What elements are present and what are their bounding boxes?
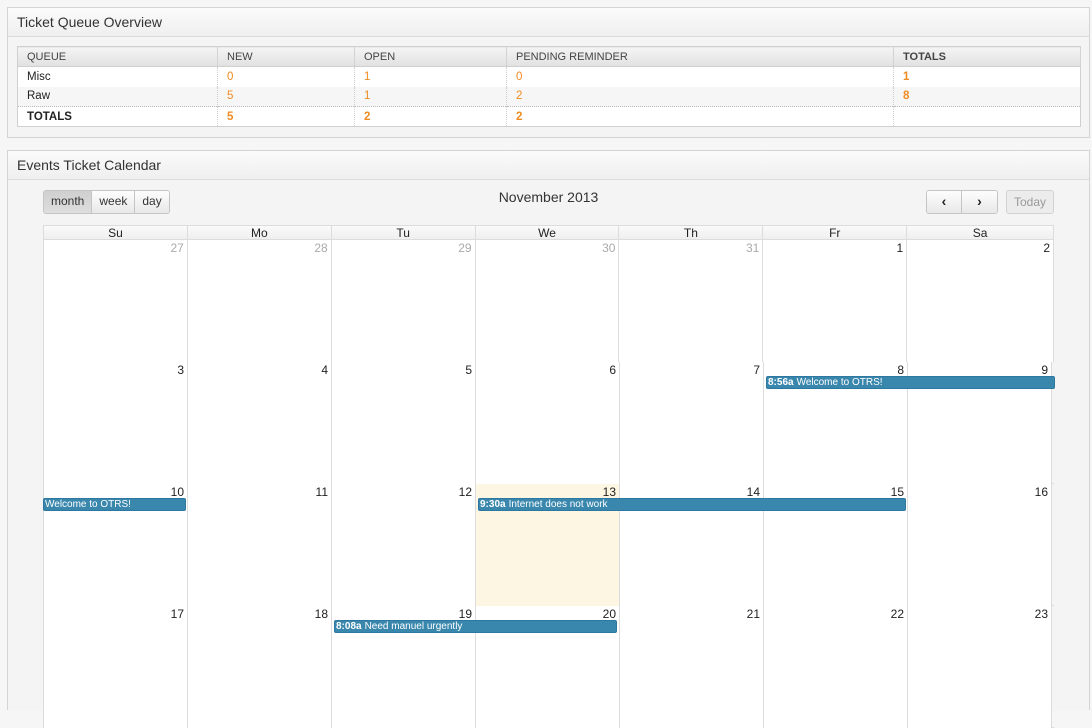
event-title: Welcome to OTRS! <box>45 499 131 510</box>
widget-title[interactable]: Events Ticket Calendar <box>8 151 1089 180</box>
calendar-event[interactable]: 8:08a Need manuel urgently <box>334 620 617 633</box>
day-cell[interactable]: 29 <box>331 240 476 362</box>
today-button[interactable]: Today <box>1006 190 1055 214</box>
count-pending[interactable]: 2 <box>506 86 894 107</box>
month-grid: Su Mo Tu We Th Fr Sa 27 28 29 30 31 1 2 … <box>43 225 1055 728</box>
total-totals <box>893 106 1081 127</box>
weekday-label: We <box>476 226 620 240</box>
weekday-label: Th <box>619 226 764 240</box>
count-new[interactable]: 0 <box>217 66 355 87</box>
count-new[interactable]: 5 <box>217 86 355 107</box>
day-cell[interactable]: 23 <box>908 606 1052 728</box>
day-cell[interactable]: 30 <box>475 240 620 362</box>
calendar-week: 3 4 5 6 7 8 9 8:56a Welcome to OTRS! <box>44 362 1055 484</box>
queue-name[interactable]: Misc <box>17 66 218 87</box>
column-header-queue: QUEUE <box>17 46 218 67</box>
table-row[interactable]: Misc 0 1 0 1 <box>17 66 1081 87</box>
day-cell[interactable]: 1 <box>763 240 908 362</box>
weekday-label: Fr <box>763 226 908 240</box>
day-cell[interactable]: 27 <box>44 240 188 362</box>
day-cell[interactable]: 28 <box>187 240 332 362</box>
day-cell[interactable]: 6 <box>476 362 620 484</box>
count-totals[interactable]: 8 <box>893 86 1081 107</box>
weekday-label: Sa <box>907 226 1055 240</box>
day-cell[interactable]: 12 <box>332 484 476 606</box>
day-cell[interactable]: 7 <box>620 362 764 484</box>
column-header-new: NEW <box>217 46 355 67</box>
calendar-week: 10 11 12 13 14 15 16 Welcome to OTRS! 9:… <box>43 484 1054 606</box>
event-time: 8:56a <box>768 377 794 388</box>
count-totals[interactable]: 1 <box>893 66 1081 87</box>
day-cell[interactable]: 11 <box>188 484 332 606</box>
table-header-row: QUEUE NEW OPEN PENDING REMINDER TOTALS <box>17 46 1081 67</box>
day-cell[interactable]: 2 <box>907 240 1055 362</box>
weekday-label: Su <box>44 226 188 240</box>
day-cell[interactable]: 4 <box>188 362 332 484</box>
queue-name[interactable]: Raw <box>17 86 218 107</box>
totals-label: TOTALS <box>17 106 218 127</box>
event-time: 8:08a <box>336 621 362 632</box>
count-pending[interactable]: 0 <box>506 66 894 87</box>
column-header-pending-reminder: PENDING REMINDER <box>506 46 894 67</box>
widget-title[interactable]: Ticket Queue Overview <box>8 8 1089 37</box>
day-cell[interactable]: 31 <box>619 240 764 362</box>
totals-row: TOTALS 5 2 2 <box>17 106 1081 127</box>
column-header-open: OPEN <box>354 46 507 67</box>
event-title: Need manuel urgently <box>364 621 463 632</box>
calendar-event[interactable]: 9:30a Internet does not work <box>478 498 906 511</box>
weekday-label: Mo <box>188 226 332 240</box>
day-cell[interactable]: 17 <box>44 606 188 728</box>
ticket-queue-overview-widget: Ticket Queue Overview QUEUE NEW OPEN PEN… <box>7 7 1090 138</box>
total-new[interactable]: 5 <box>217 106 355 127</box>
event-title: Internet does not work <box>508 499 608 510</box>
prev-month-button[interactable]: ‹ <box>927 191 962 213</box>
weekday-label: Tu <box>332 226 476 240</box>
calendar-event[interactable]: Welcome to OTRS! <box>43 498 186 511</box>
calendar-week: 17 18 19 20 21 22 23 8:08a Need manuel ur… <box>44 606 1054 728</box>
day-cell[interactable]: 3 <box>44 362 188 484</box>
total-open[interactable]: 2 <box>354 106 507 127</box>
next-month-button[interactable]: › <box>962 191 997 213</box>
chevron-right-icon: › <box>977 193 982 209</box>
total-pending[interactable]: 2 <box>506 106 894 127</box>
day-cell[interactable]: 18 <box>188 606 332 728</box>
table-row[interactable]: Raw 5 1 2 8 <box>17 86 1081 107</box>
count-open[interactable]: 1 <box>354 66 507 87</box>
event-time: 9:30a <box>480 499 506 510</box>
day-cell[interactable]: 22 <box>764 606 908 728</box>
queue-table: QUEUE NEW OPEN PENDING REMINDER TOTALS M… <box>17 46 1081 127</box>
day-cell[interactable]: 16 <box>908 484 1052 606</box>
calendar-nav: ‹ › <box>926 190 998 214</box>
event-title: Welcome to OTRS! <box>796 377 883 388</box>
calendar-week: 27 28 29 30 31 1 2 <box>44 240 1055 362</box>
count-open[interactable]: 1 <box>354 86 507 107</box>
calendar: month week day November 2013 ‹ › Today S… <box>8 181 1089 728</box>
weekday-header: Su Mo Tu We Th Fr Sa <box>44 225 1055 240</box>
calendar-event[interactable]: 8:56a Welcome to OTRS! <box>766 376 1055 389</box>
chevron-left-icon: ‹ <box>941 193 947 209</box>
day-cell[interactable]: 21 <box>620 606 764 728</box>
events-ticket-calendar-widget: Events Ticket Calendar month week day No… <box>7 150 1090 728</box>
column-header-totals: TOTALS <box>893 46 1081 67</box>
day-cell[interactable]: 5 <box>332 362 476 484</box>
